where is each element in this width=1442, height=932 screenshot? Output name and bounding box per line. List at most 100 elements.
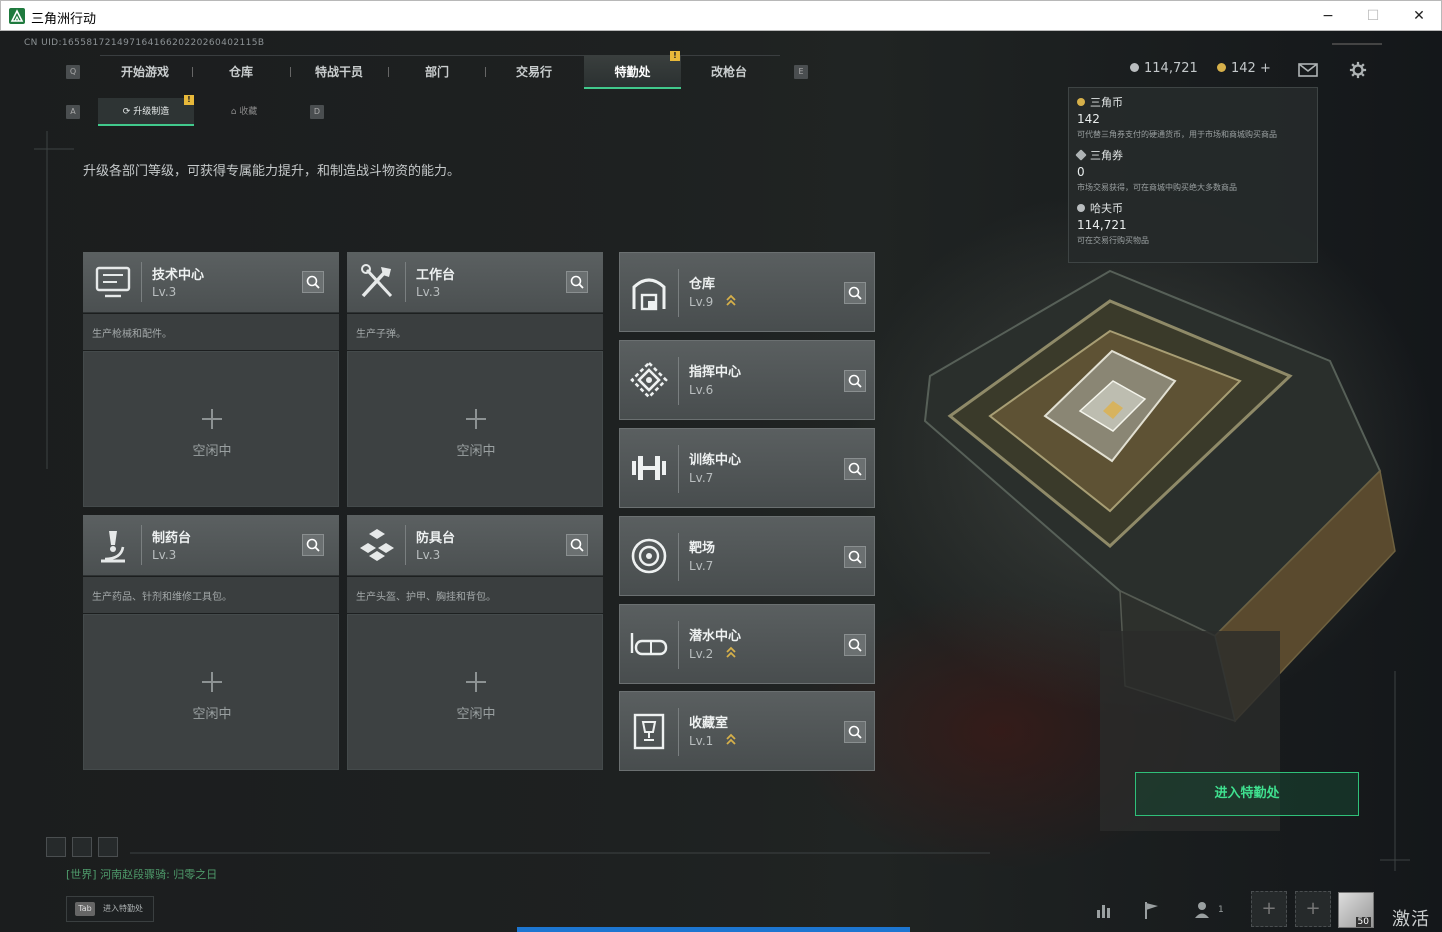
- subnav-prev-key[interactable]: A: [66, 105, 80, 119]
- workshop-production-slot[interactable]: 空闲中: [83, 351, 339, 507]
- hafu-currency[interactable]: 114,721: [1130, 61, 1198, 76]
- voucher-icon: [1075, 149, 1087, 161]
- department-card-diving-center[interactable]: 潜水中心 Lv.2: [619, 604, 875, 684]
- card-divider: [678, 269, 679, 317]
- microscope-icon: [101, 531, 125, 563]
- subtab-collection[interactable]: ⌂ 收藏: [198, 98, 290, 126]
- inspect-button[interactable]: [844, 458, 866, 480]
- tooltip-item-desc: 可在交易行购买物品: [1077, 236, 1149, 245]
- workshop-level: Lv.3: [416, 548, 441, 562]
- search-icon: [848, 638, 862, 652]
- workshop-header[interactable]: 防具台 Lv.3: [347, 515, 603, 576]
- workshop-header[interactable]: 工作台 Lv.3: [347, 252, 603, 313]
- main-navigation: Q 开始游戏 仓库 特战干员 部门 交易行 特勤处 ! 改枪台 E: [60, 51, 820, 91]
- close-button[interactable]: ✕: [1396, 1, 1442, 31]
- subtab-upgrade-label: 升级制造: [133, 107, 170, 117]
- search-icon: [306, 538, 320, 552]
- add-teammate-icon: +: [1305, 898, 1321, 919]
- stats-icon[interactable]: [1094, 900, 1114, 920]
- tab-gunsmith[interactable]: 改枪台: [684, 55, 774, 89]
- sanjiao-coin-icon: [1217, 63, 1226, 72]
- chat-channel-button[interactable]: [46, 837, 66, 857]
- inspect-button[interactable]: [302, 271, 324, 293]
- tab-warehouse[interactable]: 仓库: [196, 55, 286, 89]
- workshop-description: 生产头盔、护甲、胸挂和背包。: [347, 577, 603, 613]
- workshop-header[interactable]: 技术中心 Lv.3: [83, 252, 339, 313]
- department-card-warehouse[interactable]: 仓库 Lv.9: [619, 252, 875, 332]
- tab-operators[interactable]: 特战干员: [294, 55, 384, 89]
- team-slot-1[interactable]: +: [1251, 891, 1287, 927]
- tooltip-item-value: 0: [1077, 165, 1085, 179]
- search-icon: [848, 374, 862, 388]
- sanjiao-amount: 142 +: [1231, 61, 1271, 76]
- inspect-button[interactable]: [566, 271, 588, 293]
- player-level: 50: [1355, 917, 1371, 927]
- nav-prev-key[interactable]: Q: [66, 65, 80, 79]
- add-icon: [202, 409, 222, 429]
- world-chat-message[interactable]: [世界] 河南赵段骤骑: 归零之日: [66, 866, 217, 882]
- search-icon: [848, 462, 862, 476]
- department-card-command-center[interactable]: 指挥中心 Lv.6: [619, 340, 875, 420]
- inspect-button[interactable]: [844, 370, 866, 392]
- dumbbell-icon: [632, 456, 666, 480]
- search-icon: [848, 725, 862, 739]
- workshop-name: 防具台: [416, 531, 456, 546]
- upgrade-available-icon: [726, 733, 736, 745]
- inspect-button[interactable]: [844, 634, 866, 656]
- tools-icon: [361, 264, 393, 298]
- mail-icon[interactable]: [1298, 61, 1318, 79]
- maximize-button[interactable]: ☐: [1350, 1, 1396, 31]
- taskbar-indicator: [517, 927, 910, 932]
- inspect-button[interactable]: [302, 534, 324, 556]
- inspect-button[interactable]: [844, 721, 866, 743]
- enter-special-ops-button[interactable]: 进入特勤处: [1135, 772, 1359, 816]
- gear-icon[interactable]: [1348, 61, 1368, 79]
- team-slot-2[interactable]: +: [1295, 891, 1331, 927]
- workshop-production-slot[interactable]: 空闲中: [347, 351, 603, 507]
- tooltip-item-name: 三角币: [1090, 96, 1123, 109]
- workshop-level: Lv.3: [152, 548, 177, 562]
- subtab-upgrade-craft[interactable]: ⟳ 升级制造: [98, 98, 194, 126]
- windows-activate-watermark: 激活: [1392, 909, 1430, 930]
- tab-special-ops[interactable]: 特勤处: [584, 55, 681, 89]
- department-level: Lv.2: [689, 647, 714, 661]
- player-uid: CN UID:16558172149716416620220260402115B: [24, 38, 265, 48]
- department-card-shooting-range[interactable]: 靶场 Lv.7: [619, 516, 875, 596]
- app-icon: [9, 8, 25, 24]
- sanjiao-currency[interactable]: 142 +: [1217, 61, 1271, 76]
- workshop-production-slot[interactable]: 空闲中: [83, 614, 339, 770]
- chat-expand-button[interactable]: [98, 837, 118, 857]
- card-divider: [678, 533, 679, 581]
- cube-shape: [923, 269, 1396, 831]
- friends-icon[interactable]: [1194, 900, 1214, 920]
- chat-settings-button[interactable]: [72, 837, 92, 857]
- inspect-button[interactable]: [844, 546, 866, 568]
- department-card-training-center[interactable]: 训练中心 Lv.7: [619, 428, 875, 508]
- search-icon: [570, 538, 584, 552]
- trophy-icon: [633, 713, 665, 750]
- subnav-next-key[interactable]: D: [310, 105, 324, 119]
- player-avatar[interactable]: 50: [1338, 892, 1374, 928]
- inspect-button[interactable]: [566, 534, 588, 556]
- slot-status: 空闲中: [192, 707, 232, 722]
- tooltip-hafu-coin: 哈夫币 114,721 可在交易行购买物品: [1077, 200, 1309, 247]
- tab-shortcut-hint[interactable]: Tab 进入特勤处: [66, 896, 154, 922]
- minimize-button[interactable]: −: [1305, 1, 1351, 31]
- tab-departments[interactable]: 部门: [392, 55, 482, 89]
- flag-icon[interactable]: [1142, 900, 1162, 920]
- goggles-icon: [630, 633, 668, 656]
- slot-status: 空闲中: [192, 444, 232, 459]
- workshop-production-slot[interactable]: 空闲中: [347, 614, 603, 770]
- decor-line: [1332, 43, 1382, 45]
- tab-trading[interactable]: 交易行: [489, 55, 579, 89]
- nav-next-key[interactable]: E: [794, 65, 808, 79]
- workshop-level: Lv.3: [416, 285, 441, 299]
- card-divider: [678, 708, 679, 756]
- department-name: 靶场: [689, 541, 716, 556]
- department-card-collection-room[interactable]: 收藏室 Lv.1: [619, 691, 875, 771]
- tooltip-item-desc: 市场交易获得，可在商城中购买绝大多数商品: [1077, 183, 1237, 192]
- inspect-button[interactable]: [844, 282, 866, 304]
- add-icon: [466, 409, 486, 429]
- tab-start-game[interactable]: 开始游戏: [100, 55, 190, 89]
- workshop-header[interactable]: 制药台 Lv.3: [83, 515, 339, 576]
